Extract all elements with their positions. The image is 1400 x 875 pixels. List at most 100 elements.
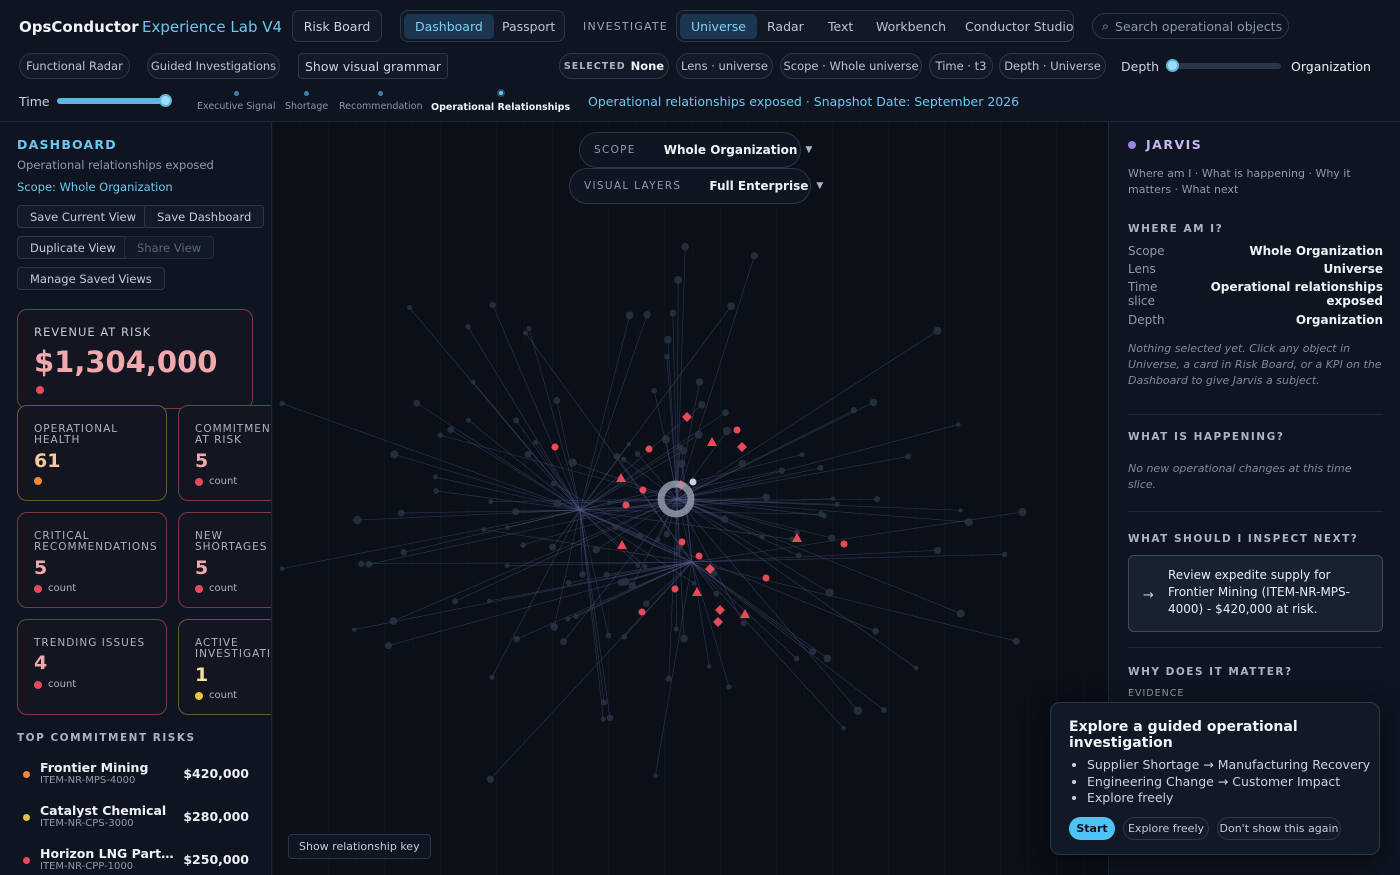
dont-show-again-button[interactable]: Don't show this again — [1217, 817, 1341, 840]
lens-pill[interactable]: Lens · universe — [676, 53, 773, 79]
depth-value: Organization — [1291, 59, 1371, 74]
graph-node — [580, 513, 586, 519]
timeline-stop-recommendation[interactable]: Recommendation — [339, 91, 422, 112]
depth-slider[interactable] — [1166, 59, 1281, 72]
risk-row[interactable]: Catalyst Chemical ITEM-NR-CPS-3000 $280,… — [17, 803, 257, 839]
scope-selector[interactable]: SCOPE Whole Organization ▼ — [579, 132, 812, 168]
revenue-at-risk-card[interactable]: REVENUE AT RISK $1,304,000 — [17, 309, 253, 409]
graph-node — [465, 417, 471, 423]
graph-node — [673, 626, 679, 632]
kpi-status-dot — [34, 477, 42, 485]
depth-label: Depth — [1121, 59, 1160, 74]
relationship-edge — [691, 553, 1005, 563]
guide-option[interactable]: Explore freely — [1087, 790, 1370, 807]
timeline-stop-executive-signal[interactable]: Executive Signal — [197, 91, 275, 112]
background-stripe — [1028, 122, 1029, 875]
relationship-edge — [676, 456, 909, 500]
tab-dashboard[interactable]: Dashboard — [404, 14, 494, 39]
graph-node — [613, 453, 621, 460]
risk-dot — [23, 857, 30, 864]
relationship-edge — [579, 509, 611, 718]
kpi-commitments-at-risk[interactable]: COMMITMENTS AT RISK 5 count — [178, 405, 271, 501]
time-slider[interactable] — [57, 94, 172, 107]
kpi-value: 5 — [195, 557, 209, 579]
graph-node — [956, 422, 961, 427]
guided-investigations-button[interactable]: Guided Investigations — [147, 53, 280, 79]
search-icon: ⌕ — [1102, 18, 1110, 33]
graph-node — [681, 242, 689, 251]
relationship-edge — [676, 330, 938, 500]
save-current-view-button[interactable]: Save Current View — [17, 205, 150, 228]
relationship-edge — [691, 561, 814, 652]
visual-layers-selector[interactable]: VISUAL LAYERS Full Enterprise ▼ — [569, 168, 823, 204]
graph-node — [413, 399, 421, 407]
selected-value: None — [630, 59, 665, 73]
risk-row[interactable]: Horizon LNG Partners ITEM-NR-CPP-1000 $2… — [17, 846, 257, 875]
risk-node — [622, 501, 630, 509]
selected-pill[interactable]: SELECTED None — [559, 53, 669, 79]
depth-slider-handle[interactable] — [1166, 59, 1179, 72]
kpi-critical-recommendations[interactable]: CRITICAL RECOMMENDATIONS 5 count — [17, 512, 167, 608]
background-stripe — [720, 122, 721, 875]
search-input[interactable]: ⌕ Search operational objects — [1092, 13, 1289, 39]
graph-node — [958, 508, 963, 513]
show-relationship-key-button[interactable]: Show relationship key — [288, 834, 431, 859]
graph-node — [553, 397, 561, 404]
start-button[interactable]: Start — [1069, 817, 1115, 840]
graph-node — [1012, 637, 1020, 645]
kpi-operational-health[interactable]: OPERATIONAL HEALTH 61 — [17, 405, 167, 501]
graph-node — [872, 627, 880, 635]
guide-option[interactable]: Engineering Change → Customer Impact — [1087, 774, 1370, 791]
dashboard-subtitle: Operational relationships exposed — [17, 158, 214, 172]
background-stripe — [496, 122, 497, 875]
kpi-trending-issues[interactable]: TRENDING ISSUES 4 count — [17, 619, 167, 715]
kpi-new-shortages[interactable]: NEW SHORTAGES 5 count — [178, 512, 271, 608]
time-slider-fill — [57, 98, 165, 104]
graph-node — [818, 511, 825, 518]
risk-node — [715, 605, 725, 615]
time-slider-handle[interactable] — [159, 94, 172, 107]
graph-node — [384, 642, 393, 650]
share-view-button[interactable]: Share View — [124, 236, 215, 259]
kpi-caption: count — [209, 690, 238, 701]
tab-conductor-studio[interactable]: Conductor Studio — [954, 14, 1085, 39]
tab-universe[interactable]: Universe — [680, 14, 757, 39]
functional-radar-button[interactable]: Functional Radar — [19, 53, 130, 79]
scope-pill[interactable]: Scope · Whole universe — [780, 53, 922, 79]
timeline-stop-operational-relationships[interactable]: Operational Relationships — [431, 89, 570, 113]
graph-node — [612, 525, 619, 531]
graph-node — [568, 458, 577, 467]
timeline-stop-shortage[interactable]: Shortage — [285, 91, 328, 112]
depth-pill[interactable]: Depth · Universe — [999, 53, 1106, 79]
risk-row[interactable]: Frontier Mining ITEM-NR-MPS-4000 $420,00… — [17, 760, 257, 796]
time-pill[interactable]: Time · t3 — [929, 53, 993, 79]
graph-node — [437, 432, 444, 438]
background-stripe — [300, 122, 301, 875]
tab-radar[interactable]: Radar — [756, 14, 815, 39]
risk-board-button[interactable]: Risk Board — [292, 10, 382, 42]
visual-grammar-button[interactable]: Show visual grammar — [298, 53, 448, 79]
graph-node — [559, 638, 568, 646]
universe-canvas[interactable]: SCOPE Whole Organization ▼ VISUAL LAYERS… — [272, 122, 1108, 875]
save-dashboard-button[interactable]: Save Dashboard — [144, 205, 265, 228]
tab-workbench[interactable]: Workbench — [865, 14, 957, 39]
graph-node — [524, 450, 532, 458]
timeline-caption: Operational relationships exposed · Snap… — [588, 94, 1020, 109]
divider — [1128, 511, 1383, 512]
explore-freely-button[interactable]: Explore freely — [1123, 817, 1209, 840]
duplicate-view-button[interactable]: Duplicate View — [17, 236, 129, 259]
graph-node — [750, 252, 759, 260]
graph-node — [447, 426, 455, 433]
manage-saved-views-button[interactable]: Manage Saved Views — [17, 267, 165, 290]
kpi-active-investigations[interactable]: ACTIVE INVESTIGATIONS 1 count — [178, 619, 271, 715]
risk-node — [737, 442, 747, 452]
graph-node — [655, 537, 661, 542]
inspect-recommendation-card[interactable]: → Review expedite supply for Frontier Mi… — [1128, 555, 1383, 632]
tab-text[interactable]: Text — [817, 14, 864, 39]
tab-passport[interactable]: Passport — [491, 14, 566, 39]
background-stripe — [440, 122, 441, 875]
guide-option[interactable]: Supplier Shortage → Manufacturing Recove… — [1087, 757, 1370, 774]
relationship-graph[interactable] — [272, 122, 1108, 875]
kpi-status-dot — [34, 585, 42, 593]
kpi-status-dot — [34, 681, 42, 689]
